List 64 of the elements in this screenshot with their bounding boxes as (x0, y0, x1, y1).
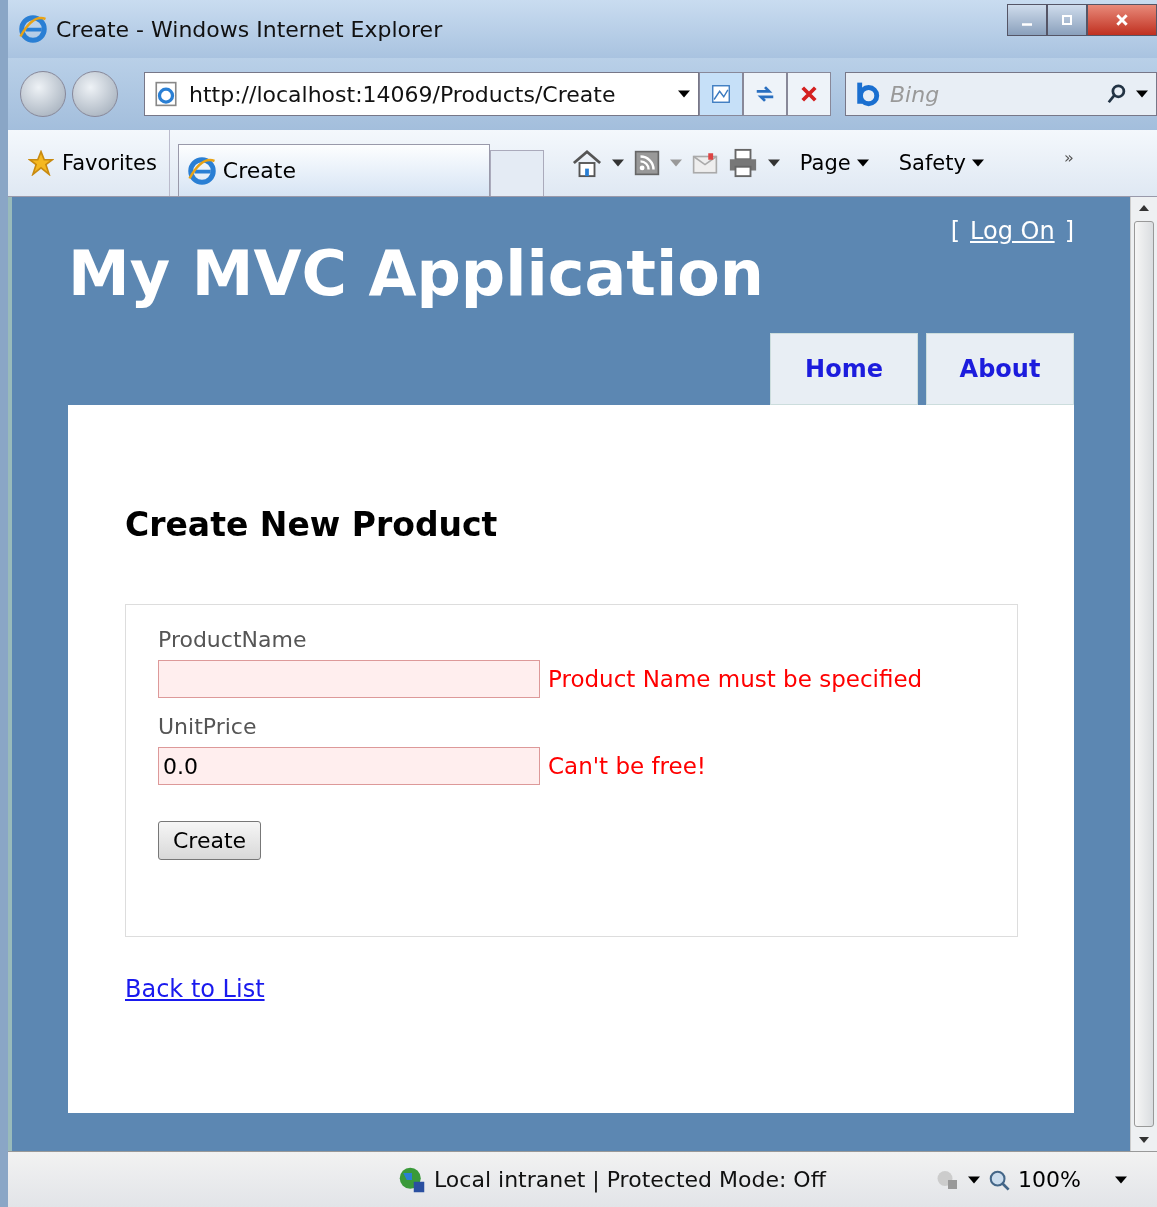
command-menu[interactable]: Page (789, 151, 879, 175)
text-input[interactable] (158, 660, 540, 698)
favorites-button[interactable]: Favorites (8, 130, 170, 196)
back-to-list-link[interactable]: Back to List (125, 975, 265, 1003)
field-label: ProductName (158, 627, 308, 652)
dropdown-icon[interactable] (767, 159, 780, 167)
mail-icon (691, 150, 718, 176)
text-input[interactable]: 0.0 (158, 747, 540, 785)
home-icon (571, 148, 602, 178)
page-icon (153, 81, 179, 107)
dropdown-icon (1136, 90, 1148, 98)
menu-tab[interactable]: Home (770, 333, 918, 405)
dropdown-icon (678, 90, 690, 98)
dropdown-icon (856, 159, 869, 167)
close-button[interactable] (1087, 4, 1157, 36)
feeds-button[interactable] (633, 150, 660, 176)
search-box[interactable]: Bing (845, 72, 1157, 116)
globe-icon (398, 1165, 426, 1194)
bracket: ] (1064, 217, 1074, 245)
home-button[interactable] (571, 148, 602, 178)
maximize-icon (1061, 14, 1073, 26)
bracket: [ (950, 217, 960, 245)
browser-tab[interactable]: Create (177, 144, 490, 196)
dropdown-icon (971, 159, 984, 167)
dropdown-icon[interactable] (611, 159, 624, 167)
chart-page-icon (710, 83, 732, 105)
browser-logo-icon (186, 155, 217, 186)
star-icon (28, 150, 54, 176)
dropdown-icon[interactable] (968, 1175, 981, 1184)
overflow-button[interactable]: » (1063, 148, 1074, 167)
field-label: UnitPrice (158, 714, 258, 739)
stop-icon (799, 84, 819, 104)
dropdown-icon[interactable] (1115, 1175, 1127, 1184)
print-button[interactable] (727, 148, 758, 178)
scrollbar[interactable] (1130, 197, 1157, 1151)
maximize-button[interactable] (1047, 4, 1087, 36)
scroll-down-icon[interactable] (1139, 1137, 1149, 1143)
security-zone-text: Local intranet | Protected Mode: Off (434, 1167, 826, 1192)
search-input[interactable]: Bing (888, 80, 1098, 108)
browser-logo-icon (18, 14, 48, 44)
validation-message: Can't be free! (548, 753, 706, 779)
minimize-button[interactable] (1007, 4, 1047, 36)
search-engine-icon (854, 81, 880, 107)
validation-message: Product Name must be specified (548, 666, 923, 692)
search-icon (1106, 83, 1128, 105)
menu-tab[interactable]: About (926, 333, 1074, 405)
log-on-link[interactable]: Log On (970, 217, 1055, 245)
refresh-button[interactable] (743, 72, 787, 116)
page-heading: Create New Product (125, 505, 499, 544)
scroll-up-icon[interactable] (1139, 205, 1149, 211)
create-button[interactable]: Create (158, 821, 262, 860)
site-title: My MVC Application (68, 237, 764, 310)
window-title: Create - Windows Internet Explorer (56, 16, 443, 42)
minimize-icon (1022, 22, 1032, 26)
feed-icon (633, 150, 660, 176)
zoom-level[interactable]: 100% (1018, 1167, 1081, 1192)
mail-button[interactable] (691, 150, 718, 176)
printer-icon (727, 148, 758, 178)
stop-button[interactable] (787, 72, 831, 116)
zoom-icon (988, 1168, 1011, 1191)
address-field[interactable]: http://localhost:14069/Products/Create (144, 72, 699, 116)
command-menu[interactable]: Safety (888, 151, 994, 175)
close-icon (1115, 13, 1129, 27)
compatibility-view-button[interactable] (699, 72, 743, 116)
